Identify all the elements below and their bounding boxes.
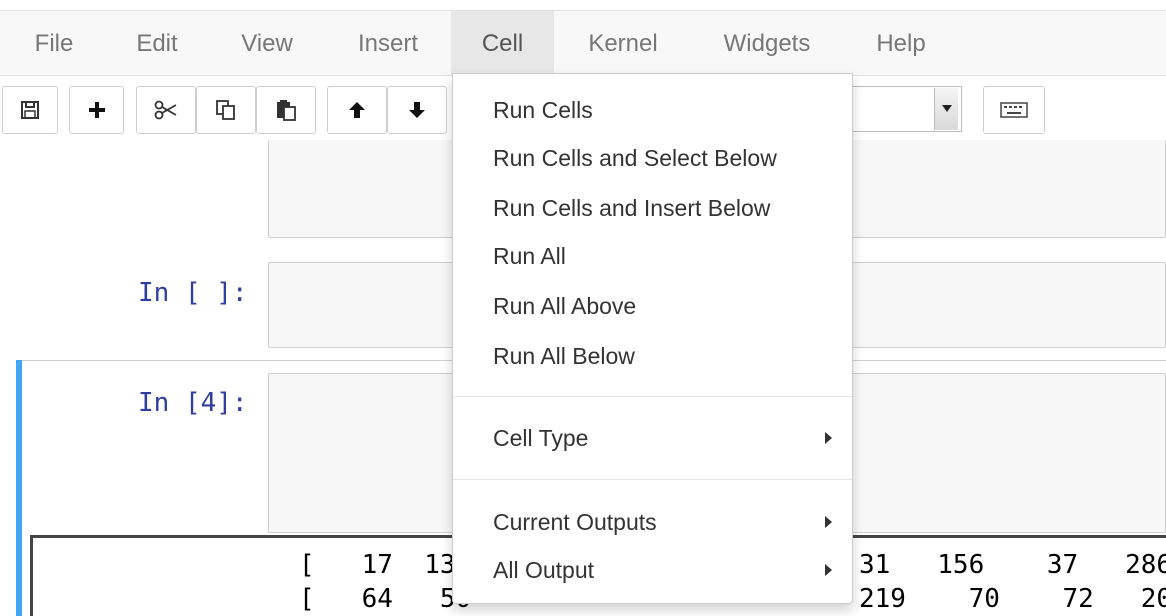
menu-kernel[interactable]: Kernel: [568, 11, 678, 75]
chevron-right-icon: [825, 432, 832, 444]
paste-button[interactable]: [256, 86, 316, 134]
copy-button[interactable]: [196, 86, 256, 134]
input-prompt-4: In [4]:: [138, 388, 248, 418]
save-icon: [20, 100, 40, 120]
menu-item-current-outputs[interactable]: Current Outputs: [453, 499, 852, 545]
menu-insert[interactable]: Insert: [340, 11, 436, 75]
menu-item-run-all-above[interactable]: Run All Above: [453, 283, 852, 329]
move-down-button[interactable]: [387, 86, 447, 134]
input-prompt-empty: In [ ]:: [138, 278, 248, 308]
cut-button[interactable]: [136, 86, 196, 134]
menu-item-all-output[interactable]: All Output: [453, 547, 852, 593]
menu-item-label: All Output: [493, 557, 594, 583]
menu-item-cell-type[interactable]: Cell Type: [453, 415, 852, 461]
menu-view[interactable]: View: [224, 11, 310, 75]
plus-icon: [87, 100, 107, 120]
menu-item-run-cells-select-below[interactable]: Run Cells and Select Below: [453, 135, 852, 181]
menu-cell[interactable]: Cell: [451, 11, 554, 75]
scissors-icon: [154, 100, 178, 120]
output-line: [ 64 50: [299, 584, 472, 614]
cell-menu-dropdown: Run Cells Run Cells and Select Below Run…: [452, 73, 853, 604]
arrow-up-icon: [347, 100, 367, 120]
keyboard-icon: [1000, 102, 1028, 118]
menu-edit[interactable]: Edit: [120, 11, 194, 75]
menu-item-label: Current Outputs: [493, 509, 657, 535]
save-button[interactable]: [2, 86, 58, 134]
menu-item-run-cells[interactable]: Run Cells: [453, 87, 852, 133]
copy-icon: [215, 99, 237, 121]
output-line: 219 70 72 209]: [859, 584, 1166, 614]
move-up-button[interactable]: [327, 86, 387, 134]
arrow-down-icon: [407, 100, 427, 120]
menu-item-run-all-below[interactable]: Run All Below: [453, 333, 852, 379]
menu-item-label: Cell Type: [493, 425, 589, 451]
menu-divider: [453, 479, 852, 480]
menu-widgets[interactable]: Widgets: [704, 11, 830, 75]
output-line: [ 17 13: [299, 550, 456, 580]
output-line: 31 156 37 286]: [859, 550, 1166, 580]
chevron-right-icon: [825, 516, 832, 528]
paste-icon: [275, 99, 297, 121]
insert-cell-button[interactable]: [69, 86, 124, 134]
caret-down-icon: [941, 100, 952, 118]
menu-file[interactable]: File: [18, 11, 90, 75]
select-arrow[interactable]: [934, 88, 958, 130]
menu-item-run-cells-insert-below[interactable]: Run Cells and Insert Below: [453, 185, 852, 231]
chevron-right-icon: [825, 564, 832, 576]
menubar: File Edit View Insert Cell Kernel Widget…: [0, 10, 1166, 76]
menu-item-run-all[interactable]: Run All: [453, 233, 852, 279]
command-palette-button[interactable]: [983, 86, 1045, 134]
menu-divider: [453, 396, 852, 397]
menu-help[interactable]: Help: [858, 11, 944, 75]
